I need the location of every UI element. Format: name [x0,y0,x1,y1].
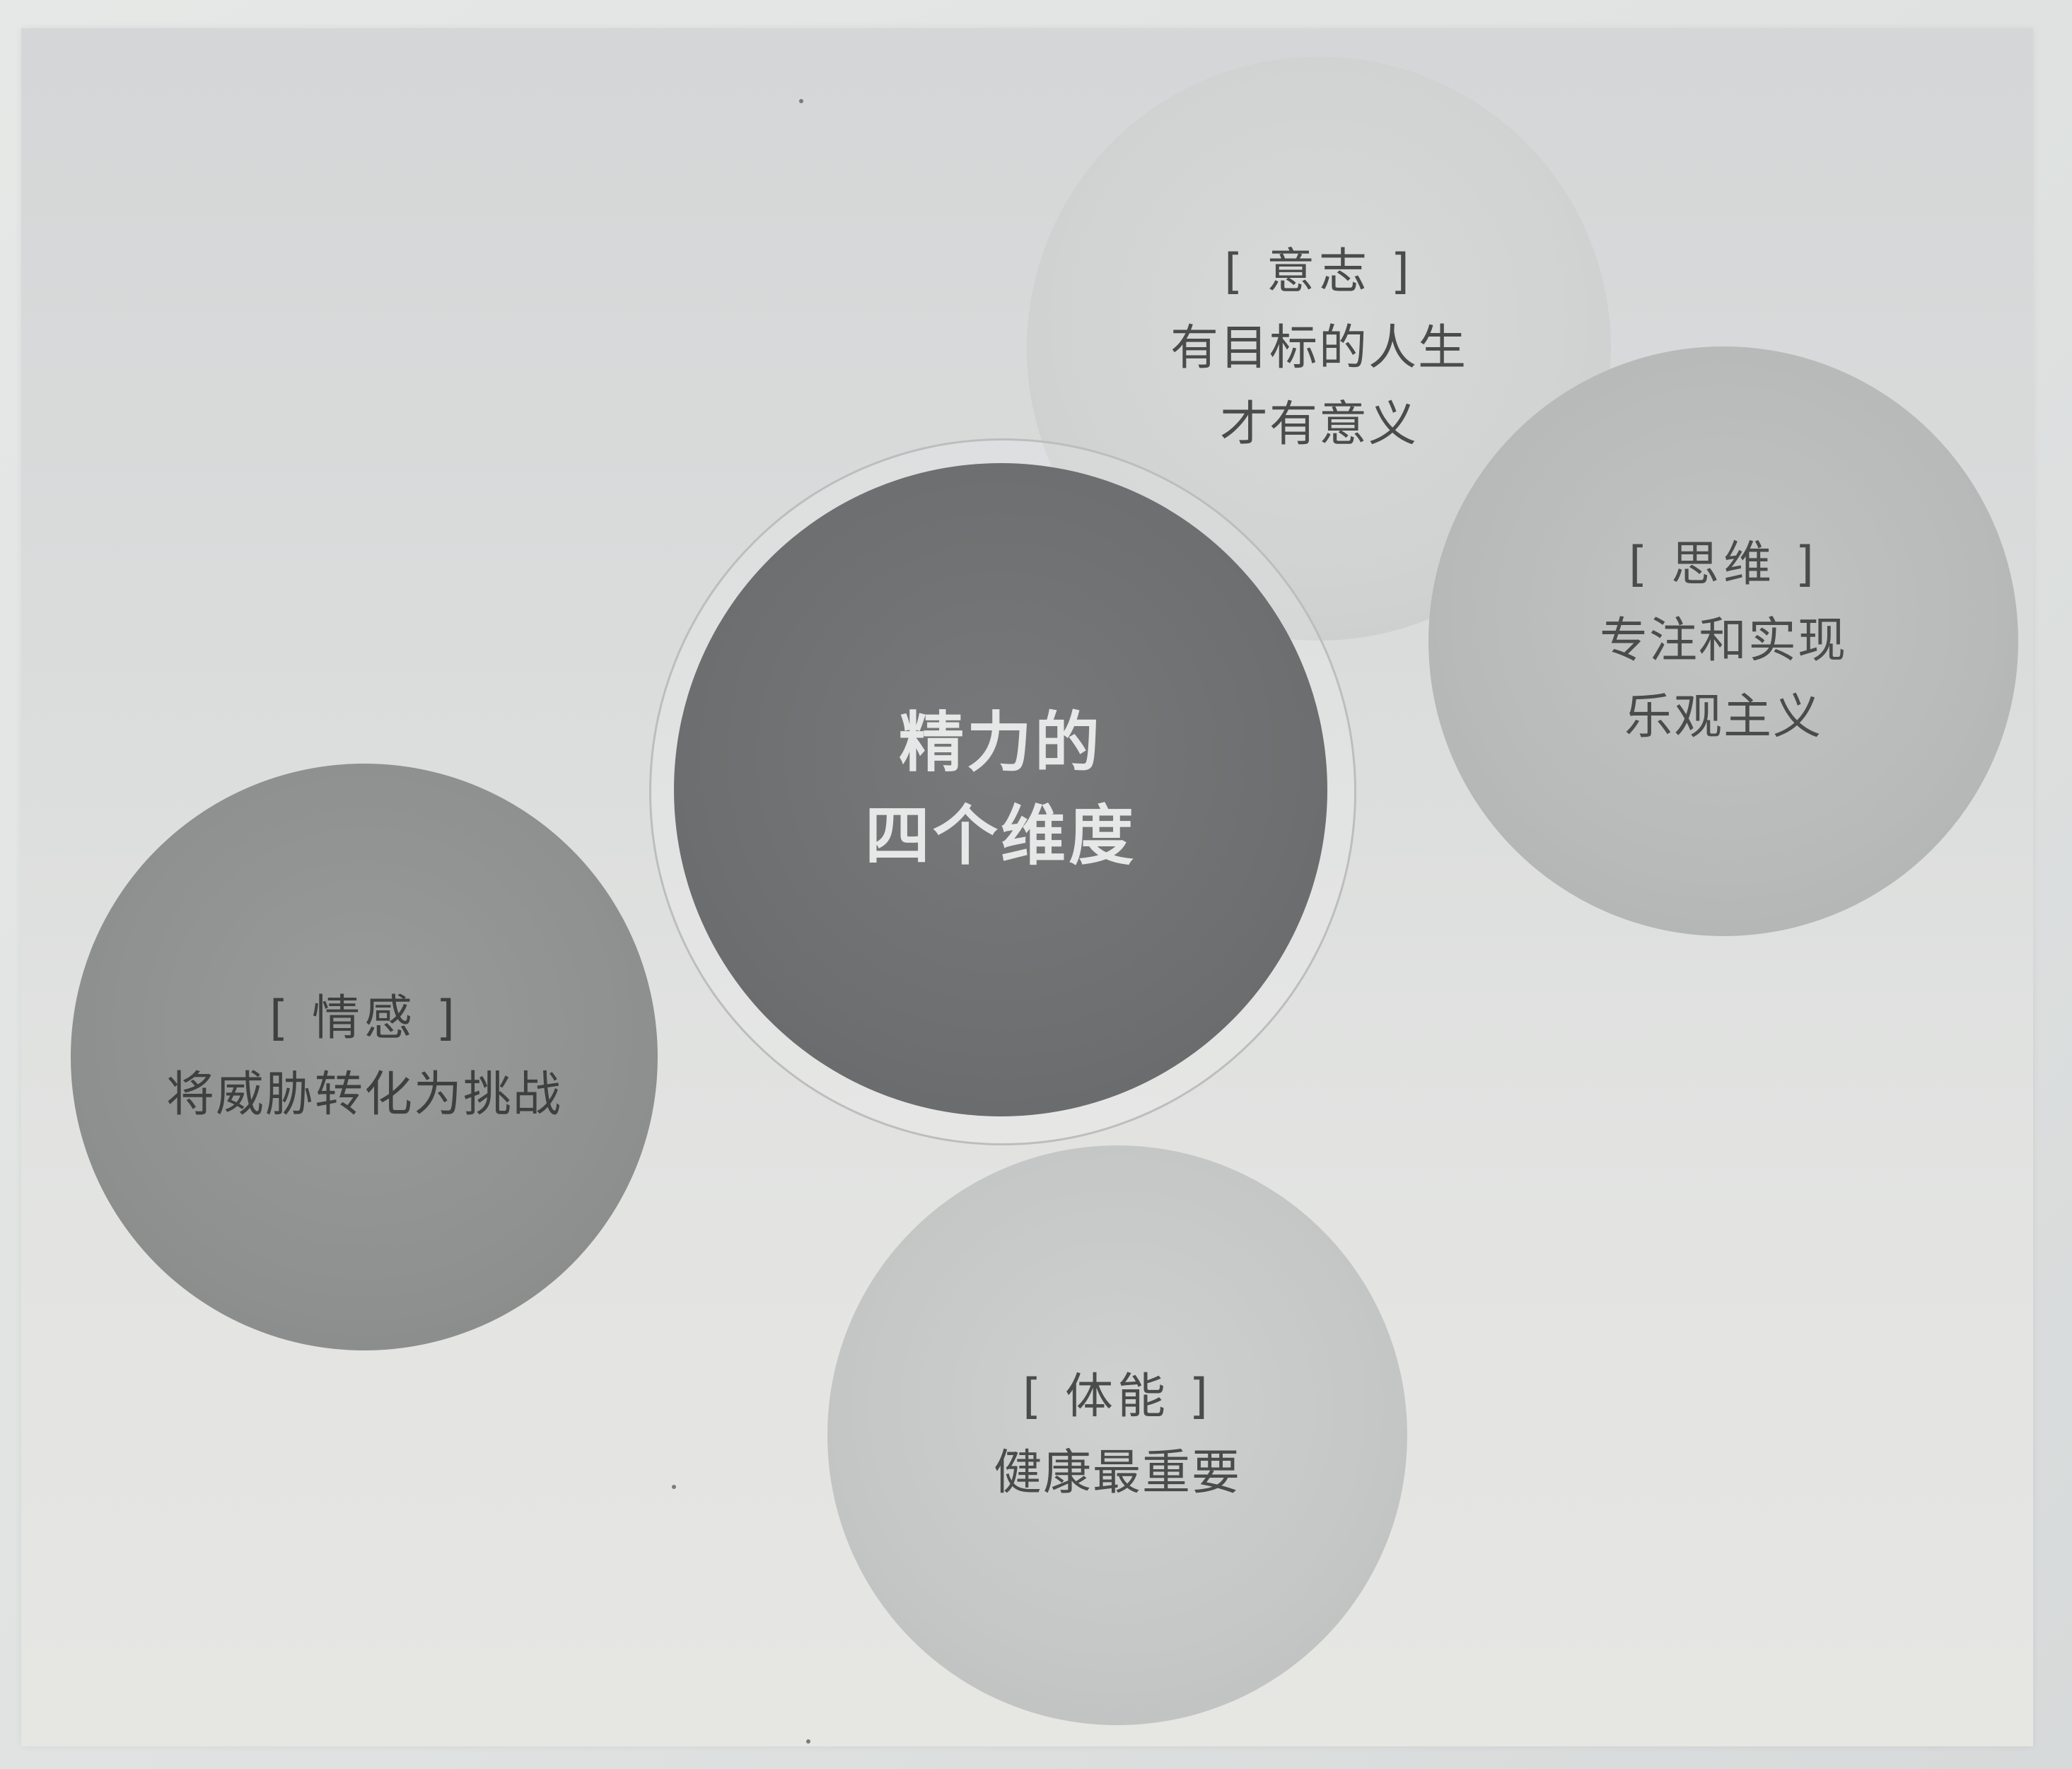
will-line-1: 有目标的人生 [1170,320,1467,376]
emotion-heading: [ 情感 ] [269,991,460,1046]
physical-heading: [ 体能 ] [1022,1369,1213,1425]
center-circle: 精力的 四个维度 [674,463,1327,1116]
speck [806,1739,810,1744]
mind-heading: [ 思维 ] [1628,537,1819,592]
emotion-circle: [ 情感 ] 将威胁转化为挑战 [71,764,658,1350]
page: [ 意志 ] 有目标的人生 才有意义 [ 思维 ] 专注和实现 乐观主义 精力的… [0,0,2072,1769]
speck [672,1485,676,1489]
center-title-line-1: 精力的 [898,705,1102,781]
center-title-line-2: 四个维度 [864,798,1136,874]
physical-circle: [ 体能 ] 健康最重要 [827,1145,1407,1725]
mind-circle: [ 思维 ] 专注和实现 乐观主义 [1428,346,2018,936]
mind-line-2: 乐观主义 [1624,689,1822,745]
physical-line-1: 健康最重要 [993,1445,1241,1501]
will-heading: [ 意志 ] [1223,244,1414,300]
emotion-line-1: 将威胁转化为挑战 [165,1067,562,1123]
speck [799,99,803,103]
diagram-card: [ 意志 ] 有目标的人生 才有意义 [ 思维 ] 专注和实现 乐观主义 精力的… [21,28,2033,1746]
will-line-2: 才有意义 [1219,397,1418,453]
mind-line-1: 专注和实现 [1599,613,1847,669]
